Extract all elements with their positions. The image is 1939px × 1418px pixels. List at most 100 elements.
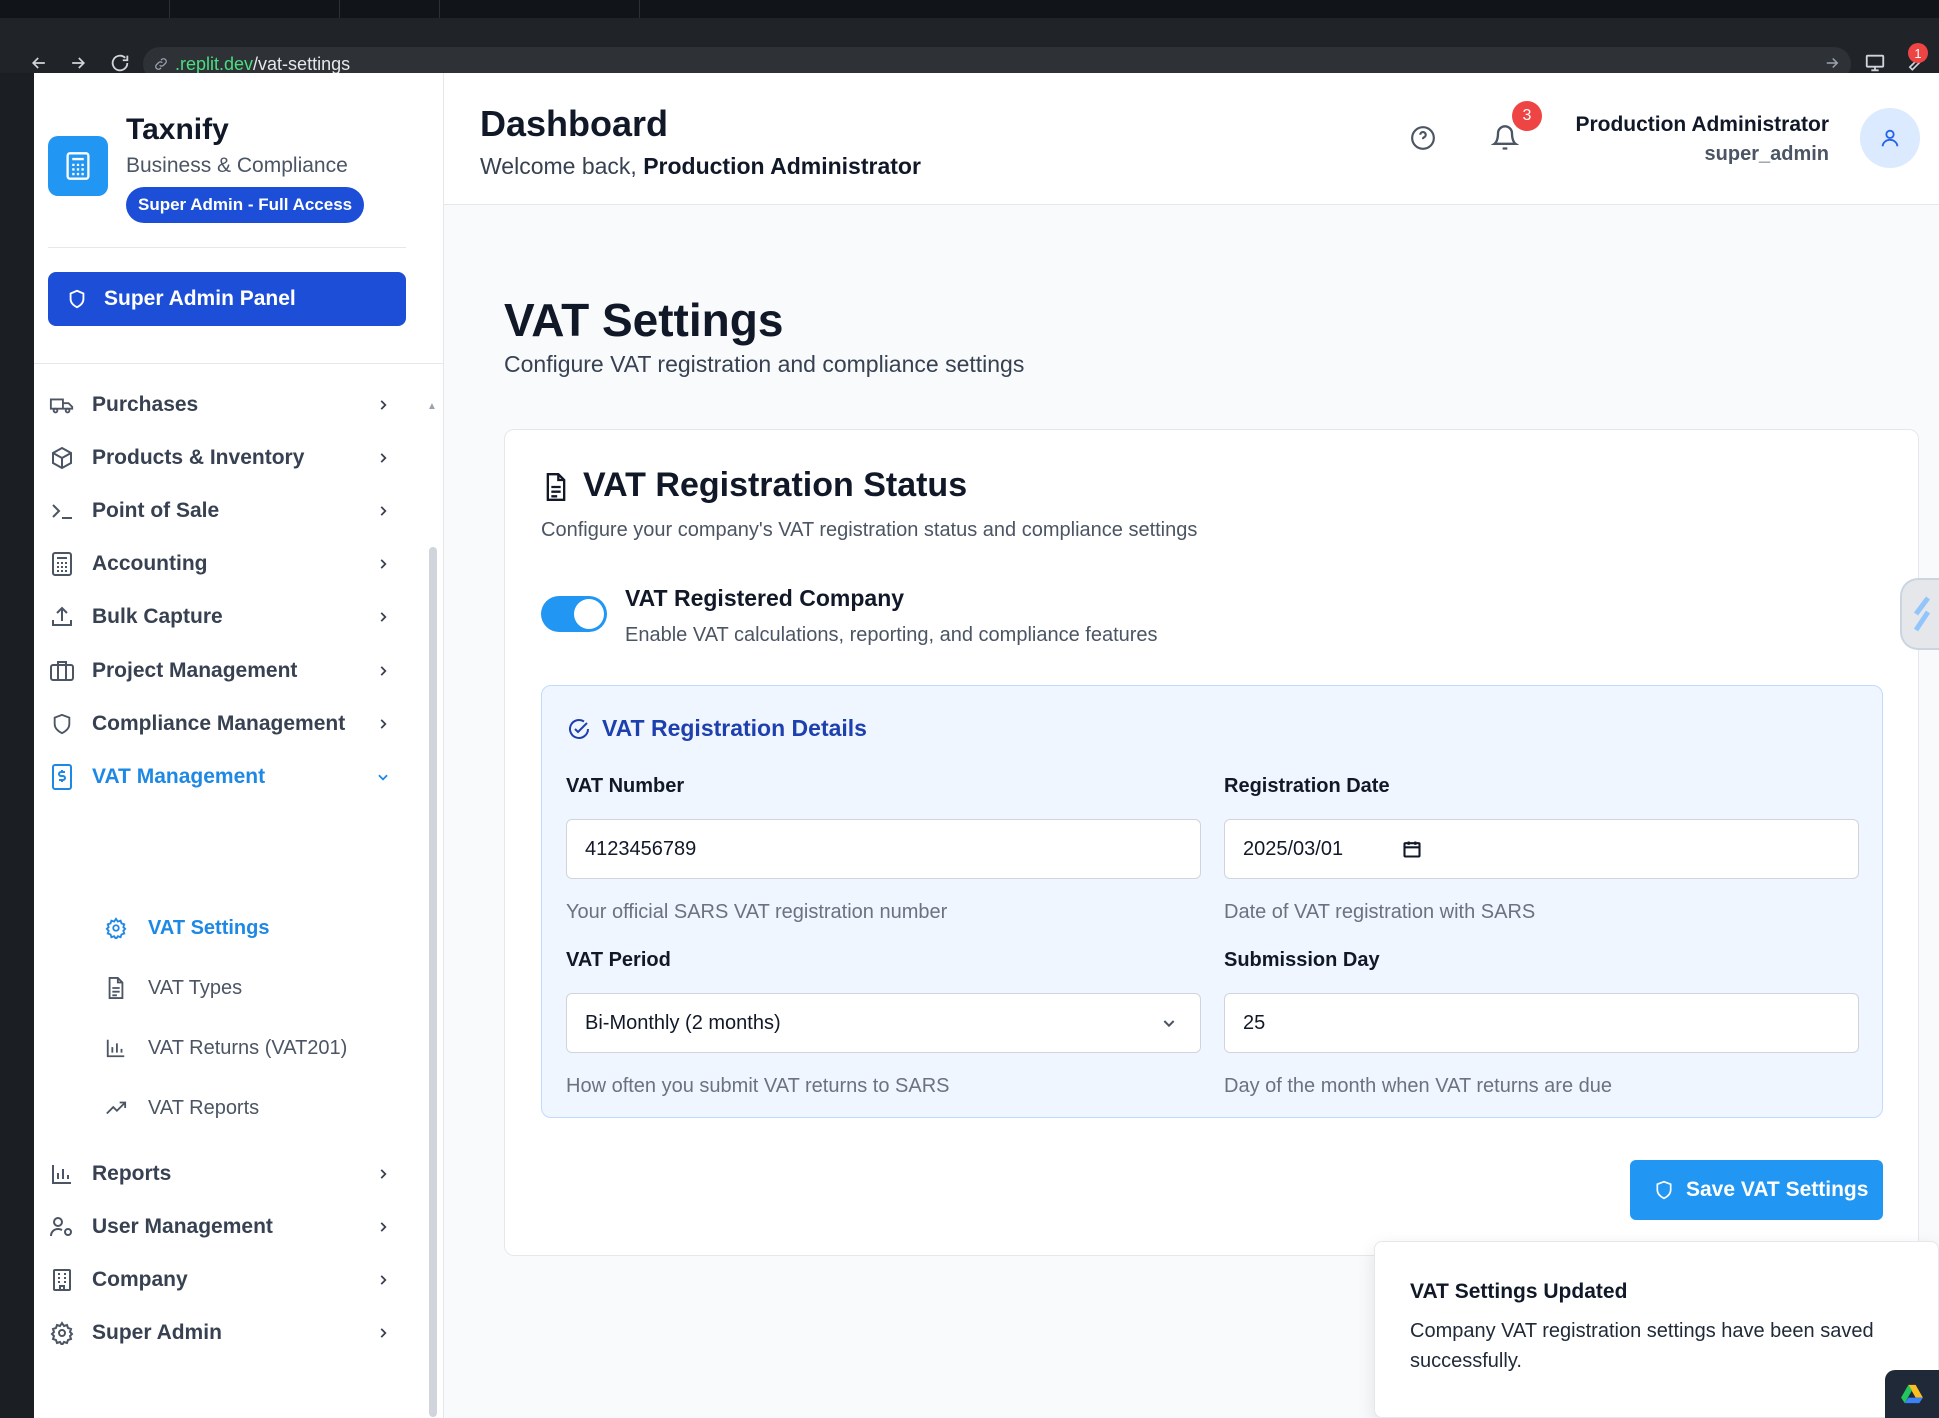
chevron-right-icon xyxy=(374,1324,392,1342)
vat-period-select[interactable]: Bi-Monthly (2 months) xyxy=(566,993,1201,1053)
truck-icon xyxy=(48,391,76,419)
vat-number-label: VAT Number xyxy=(566,775,685,797)
browser-tab[interactable] xyxy=(0,0,170,18)
sidebar-item-label: Point of Sale xyxy=(92,499,220,522)
notification-badge: 3 xyxy=(1512,101,1542,131)
monitor-icon[interactable] xyxy=(1863,51,1887,75)
sidebar-item-label: Bulk Capture xyxy=(92,605,223,628)
sidebar-item-label: Company xyxy=(92,1268,188,1291)
sidebar-item-products-inventory[interactable]: Products & Inventory xyxy=(44,434,414,482)
sidebar-item-bulk-capture[interactable]: Bulk Capture xyxy=(44,593,414,641)
drive-icon[interactable] xyxy=(1885,1370,1939,1418)
calendar-icon[interactable] xyxy=(1401,838,1423,860)
chevron-down-icon xyxy=(374,768,392,786)
sidebar-item-label: Reports xyxy=(92,1162,172,1185)
welcome-prefix: Welcome back, xyxy=(480,153,644,179)
sidebar-subitem-vat-settings[interactable]: VAT Settings xyxy=(68,906,408,950)
user-icon xyxy=(1879,127,1901,149)
page-subtitle: Configure VAT registration and complianc… xyxy=(504,351,1025,377)
submission-day-help: Day of the month when VAT returns are du… xyxy=(1224,1075,1612,1097)
sidebar-item-point-of-sale[interactable]: Point of Sale xyxy=(44,487,414,535)
super-admin-panel-button[interactable]: Super Admin Panel xyxy=(48,272,406,326)
browser-tab[interactable] xyxy=(440,0,640,18)
upload-icon xyxy=(48,603,76,631)
vat-registration-card: VAT Registration Status Configure your c… xyxy=(504,429,1919,1256)
access-badge: Super Admin - Full Access xyxy=(126,187,365,223)
vat-registered-toggle[interactable] xyxy=(541,596,607,632)
help-icon[interactable] xyxy=(1408,123,1438,153)
chevron-right-icon xyxy=(374,1218,392,1236)
bar-chart-icon xyxy=(48,1160,76,1188)
calculator-icon xyxy=(48,136,108,196)
sidebar-scrollbar[interactable] xyxy=(429,547,437,1417)
sidebar-item-company[interactable]: Company xyxy=(44,1256,414,1304)
chevron-right-icon xyxy=(374,662,392,680)
share-arrow-icon[interactable] xyxy=(1820,51,1844,75)
vat-number-input[interactable]: 4123456789 xyxy=(566,819,1201,879)
sidebar-item-reports[interactable]: Reports xyxy=(44,1150,414,1198)
double-chevron-icon xyxy=(1910,594,1932,634)
details-title: VAT Registration Details xyxy=(602,715,867,741)
gear-icon xyxy=(104,916,128,940)
save-vat-settings-button[interactable]: Save VAT Settings xyxy=(1630,1160,1883,1220)
link-icon xyxy=(153,56,169,72)
sidebar-subitem-label: VAT Types xyxy=(148,976,243,999)
sidebar-subitem-vat-reports[interactable]: VAT Reports xyxy=(68,1086,408,1130)
super-admin-panel-label: Super Admin Panel xyxy=(104,287,296,310)
document-icon xyxy=(104,976,128,1000)
registration-date-help: Date of VAT registration with SARS xyxy=(1224,901,1536,923)
sidebar-item-project-management[interactable]: Project Management xyxy=(44,647,414,695)
bar-chart-icon xyxy=(104,1036,128,1060)
card-subtitle: Configure your company's VAT registratio… xyxy=(541,519,1198,541)
shield-icon xyxy=(48,710,76,738)
package-icon xyxy=(48,444,76,472)
sidebar-item-label: Compliance Management xyxy=(92,712,346,735)
submission-day-label: Submission Day xyxy=(1224,949,1380,971)
sidebar-item-label: Purchases xyxy=(92,393,199,416)
browser-tab[interactable] xyxy=(340,0,440,18)
submission-day-value: 25 xyxy=(1243,1011,1266,1034)
welcome-message: Welcome back, Production Administrator xyxy=(480,153,921,180)
brand-name: Taxnify xyxy=(126,113,229,146)
sidebar-item-label: Accounting xyxy=(92,552,208,575)
sidebar-item-user-management[interactable]: User Management xyxy=(44,1203,414,1251)
sidebar-subitem-vat-types[interactable]: VAT Types xyxy=(68,966,408,1010)
window-left-edge xyxy=(0,73,34,1418)
toast-title: VAT Settings Updated xyxy=(1410,1280,1628,1303)
brand-subtitle: Business & Compliance xyxy=(126,154,348,177)
scroll-up-arrow-icon[interactable]: ▲ xyxy=(427,401,437,412)
vat-period-value: Bi-Monthly (2 months) xyxy=(585,1011,781,1034)
sidebar-item-purchases[interactable]: Purchases xyxy=(44,381,414,429)
save-button-label: Save VAT Settings xyxy=(1686,1178,1869,1201)
browser-tab-strip xyxy=(0,0,1939,18)
side-panel-handle[interactable] xyxy=(1900,578,1939,650)
top-header: Dashboard Welcome back, Production Admin… xyxy=(444,73,1939,205)
user-name: Production Administrator xyxy=(1575,113,1829,136)
browser-toolbar: .replit.dev/vat-settings 1 xyxy=(0,18,1939,81)
vat-period-label: VAT Period xyxy=(566,949,671,971)
terminal-icon xyxy=(48,497,76,525)
sidebar-item-label: Project Management xyxy=(92,659,298,682)
browser-tab[interactable] xyxy=(170,0,340,18)
registration-date-input[interactable]: 2025/03/01 xyxy=(1224,819,1859,879)
sidebar-item-super-admin[interactable]: Super Admin xyxy=(44,1309,414,1357)
toast-body: Company VAT registration settings have b… xyxy=(1410,1320,1874,1372)
extension-badge: 1 xyxy=(1908,43,1928,63)
chevron-right-icon xyxy=(374,502,392,520)
dollar-receipt-icon xyxy=(48,763,76,791)
chevron-down-icon xyxy=(1160,1014,1178,1032)
building-icon xyxy=(48,1266,76,1294)
check-circle-icon xyxy=(566,716,592,742)
chevron-right-icon xyxy=(374,608,392,626)
sidebar-item-compliance-management[interactable]: Compliance Management xyxy=(44,700,414,748)
user-role: super_admin xyxy=(1704,143,1829,165)
avatar[interactable] xyxy=(1860,108,1920,168)
sidebar-item-accounting[interactable]: Accounting xyxy=(44,540,414,588)
sidebar-item-vat-management[interactable]: VAT Management xyxy=(44,753,414,801)
submission-day-input[interactable]: 25 xyxy=(1224,993,1859,1053)
sidebar-subitem-vat-returns[interactable]: VAT Returns (VAT201) xyxy=(68,1026,408,1070)
divider xyxy=(48,247,406,248)
shield-icon xyxy=(66,288,88,310)
shield-icon xyxy=(1654,1179,1674,1201)
sidebar-item-label: Products & Inventory xyxy=(92,446,305,469)
